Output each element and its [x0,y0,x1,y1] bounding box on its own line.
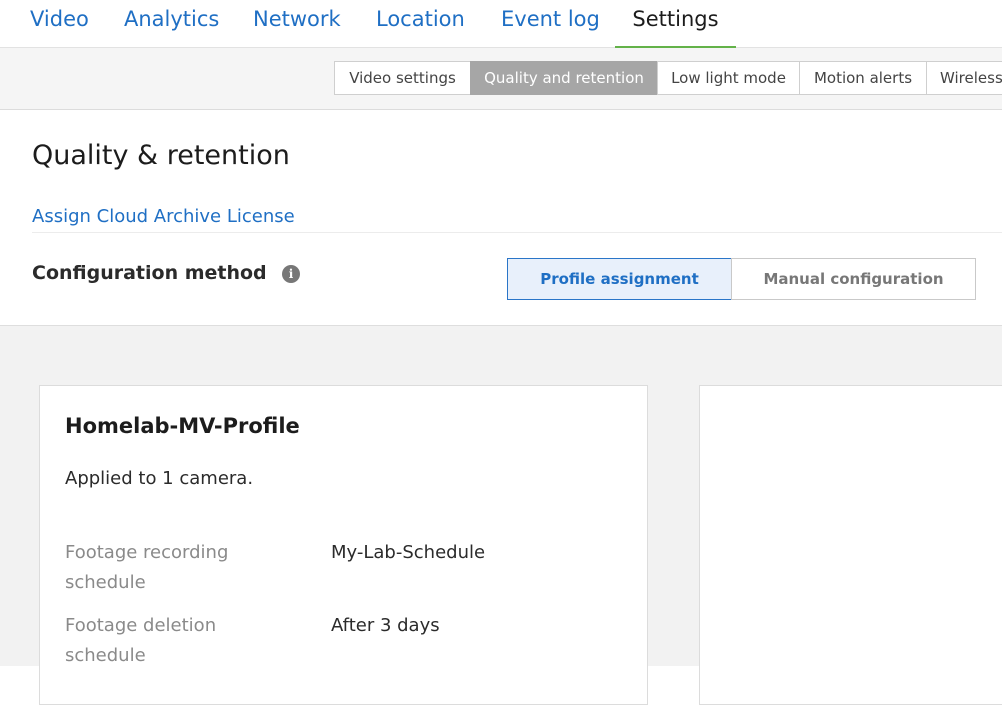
tab-analytics[interactable]: Analytics [124,0,219,48]
tab-location[interactable]: Location [376,0,465,48]
configuration-method-label: Configuration method [32,262,267,284]
assign-cloud-archive-license-link[interactable]: Assign Cloud Archive License [32,206,295,227]
quality-retention-header: Quality & retention Assign Cloud Archive… [0,110,1002,326]
applied-count: Applied to 1 camera. [65,468,254,489]
page-title: Quality & retention [32,140,290,171]
recording-schedule-value: My-Lab-Schedule [331,542,486,563]
deletion-schedule-label: Footage deletion schedule [65,615,217,666]
second-profile-card [699,385,1002,705]
info-icon[interactable]: i [282,265,300,283]
tab-event-log[interactable]: Event log [501,0,600,48]
profile-name: Homelab-MV-Profile [65,414,300,438]
subtab-quality-and-retention[interactable]: Quality and retention [470,61,658,95]
subtab-wireless[interactable]: Wireless [926,61,1002,95]
subtab-low-light-mode[interactable]: Low light mode [657,61,800,95]
recording-schedule-label: Footage recording schedule [65,542,229,593]
top-tab-bar: Video Analytics Network Location Event l… [0,0,1002,48]
divider [32,232,1002,233]
settings-subtab-bar: Video settings Quality and retention Low… [0,48,1002,110]
deletion-schedule-value: After 3 days [331,615,440,636]
subtab-video-settings[interactable]: Video settings [334,61,471,95]
tab-network[interactable]: Network [253,0,341,48]
manual-configuration-button[interactable]: Manual configuration [731,258,976,300]
profile-assignment-button[interactable]: Profile assignment [507,258,732,300]
profiles-area: Homelab-MV-Profile Applied to 1 camera. … [0,326,1002,705]
subtab-motion-alerts[interactable]: Motion alerts [799,61,927,95]
tab-settings[interactable]: Settings [615,0,736,48]
profile-card[interactable]: Homelab-MV-Profile Applied to 1 camera. … [39,385,648,705]
tab-video[interactable]: Video [30,0,89,48]
